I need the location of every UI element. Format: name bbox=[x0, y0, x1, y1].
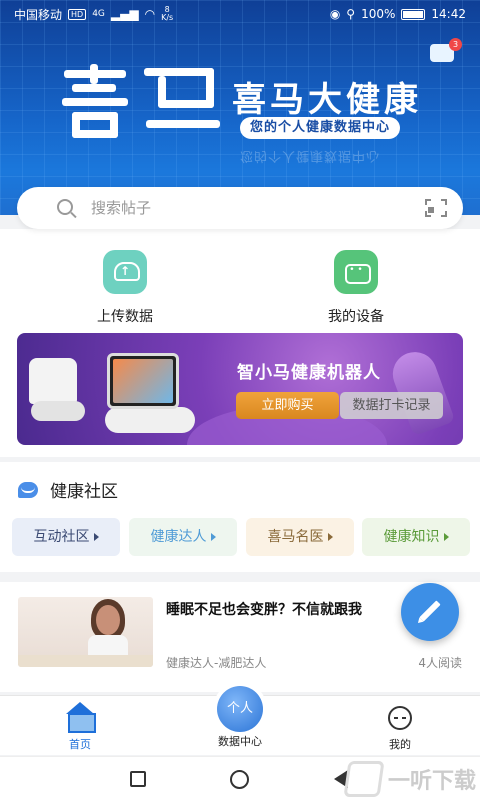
post-title: 睡眠不足也会变胖？不信就跟我 bbox=[166, 602, 362, 618]
recent-apps-icon[interactable] bbox=[130, 771, 146, 787]
watermark-text: 一听下载 bbox=[387, 769, 476, 794]
search-bar[interactable] bbox=[17, 187, 463, 229]
chip-health-knowledge[interactable]: 健康知识 bbox=[362, 518, 470, 556]
health-community-section: 健康社区 互动社区 健康达人 喜马名医 健康知识 bbox=[0, 462, 480, 572]
scan-icon[interactable] bbox=[425, 199, 447, 217]
signal-icon: ▂▄▆ bbox=[110, 7, 139, 21]
tab-home[interactable]: 首页 bbox=[32, 702, 128, 752]
chip-label: 互动社区 bbox=[33, 529, 90, 545]
watermark-logo-icon bbox=[343, 761, 385, 797]
message-count-badge: 3 bbox=[449, 38, 462, 51]
tablet-robot-illustration bbox=[107, 353, 179, 409]
profile-face-icon bbox=[388, 706, 412, 730]
watermark: 一听下载 bbox=[343, 761, 476, 797]
my-devices-button[interactable]: 我的设备 bbox=[296, 250, 416, 326]
battery-percent: 100% bbox=[361, 7, 396, 21]
community-title: 健康社区 bbox=[50, 482, 118, 502]
chevron-right-icon bbox=[93, 533, 99, 541]
cloud-upload-icon bbox=[103, 250, 147, 294]
data-checkin-log-button[interactable]: 数据打卡记录 bbox=[340, 392, 443, 419]
community-header: 健康社区 bbox=[18, 477, 118, 502]
carrier-label: 中国移动 bbox=[14, 7, 63, 22]
post-author: 健康达人-减肥达人 bbox=[166, 656, 267, 670]
header-banner: 中国移动 HD 4G ▂▄▆ ◠ 8 K/s ◉ ⚲ 100% 14:42 3 bbox=[0, 0, 480, 215]
kiosk-device-illustration bbox=[29, 358, 77, 404]
location-icon: ⚲ bbox=[346, 7, 356, 21]
upload-data-label: 上传数据 bbox=[97, 309, 153, 325]
system-navigation-bar: 一听下载 bbox=[0, 756, 480, 800]
eye-icon: ◉ bbox=[329, 7, 341, 21]
chevron-right-icon bbox=[327, 533, 333, 541]
my-devices-label: 我的设备 bbox=[328, 309, 384, 325]
chip-label: 健康达人 bbox=[150, 529, 207, 545]
home-circle-icon[interactable] bbox=[230, 770, 249, 789]
brand-subtitle: 您的个人健康数据中心 bbox=[240, 117, 401, 139]
tab-mine-label: 我的 bbox=[389, 738, 411, 751]
tab-home-label: 首页 bbox=[69, 738, 91, 751]
post-thumbnail bbox=[18, 597, 153, 667]
robot-banner-title: 智小马健康机器人 bbox=[237, 363, 381, 383]
chip-interactive-community[interactable]: 互动社区 bbox=[12, 518, 120, 556]
net-speed: 8 K/s bbox=[161, 6, 173, 22]
chip-label: 喜马名医 bbox=[267, 529, 324, 545]
robot-promo-banner[interactable]: 智小马健康机器人 立即购买 数据打卡记录 bbox=[17, 333, 463, 445]
chevron-right-icon bbox=[443, 533, 449, 541]
chevron-right-icon bbox=[210, 533, 216, 541]
brand-subtitle-reflection: 您的个人健康数据中心 bbox=[240, 148, 381, 163]
home-icon bbox=[65, 702, 96, 733]
chip-health-experts[interactable]: 健康达人 bbox=[129, 518, 237, 556]
search-input[interactable] bbox=[91, 199, 425, 217]
net-speed-unit: K/s bbox=[161, 13, 174, 22]
robot-device-icon bbox=[334, 250, 378, 294]
tab-mine[interactable]: 我的 bbox=[352, 704, 448, 752]
message-button[interactable]: 3 bbox=[430, 38, 462, 62]
chip-label: 健康知识 bbox=[383, 529, 440, 545]
robot-base-illustration bbox=[105, 407, 195, 433]
buy-now-button[interactable]: 立即购买 bbox=[236, 392, 339, 419]
community-chat-icon bbox=[18, 481, 38, 498]
wifi-icon: ◠ bbox=[144, 7, 156, 21]
compose-post-button[interactable] bbox=[401, 583, 459, 641]
clock: 14:42 bbox=[431, 7, 466, 21]
data-center-ball: 个人 bbox=[217, 686, 263, 732]
status-bar: 中国移动 HD 4G ▂▄▆ ◠ 8 K/s ◉ ⚲ 100% 14:42 bbox=[0, 0, 480, 28]
post-read-count: 4人阅读 bbox=[418, 656, 462, 670]
tab-data-center[interactable]: 个人 bbox=[213, 682, 267, 736]
brand-logo-icon bbox=[62, 64, 220, 140]
upload-data-button[interactable]: 上传数据 bbox=[65, 250, 185, 326]
search-icon bbox=[57, 199, 73, 215]
tab-data-center-label: 数据中心 bbox=[218, 735, 262, 748]
battery-icon bbox=[401, 8, 426, 20]
chip-famous-doctors[interactable]: 喜马名医 bbox=[246, 518, 354, 556]
pencil-icon bbox=[419, 600, 441, 622]
brand-title: 喜马大健康 bbox=[232, 80, 422, 120]
signal-label: 4G bbox=[92, 9, 105, 19]
kiosk-base bbox=[31, 401, 85, 421]
hd-badge: HD bbox=[68, 8, 87, 20]
rocket-illustration bbox=[386, 345, 456, 437]
